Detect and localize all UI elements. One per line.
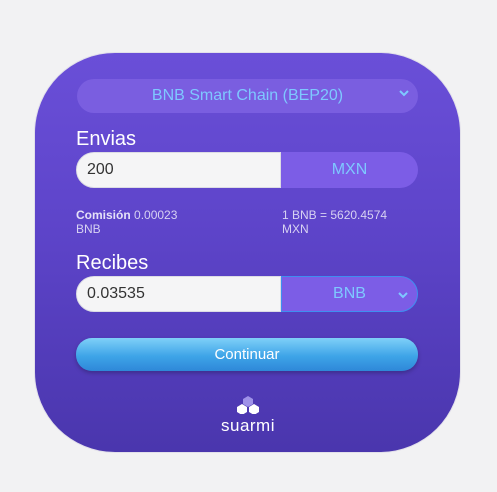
continue-label: Continuar: [214, 346, 280, 363]
rate-info: 1 BNB = 5620.4574 MXN: [282, 208, 422, 236]
chevron-down-icon: [399, 90, 409, 97]
chevron-down-icon: [398, 292, 408, 299]
network-select[interactable]: BNB Smart Chain (BEP20): [77, 79, 418, 113]
receive-label: Recibes: [76, 252, 149, 274]
send-currency-label: MXN: [331, 161, 368, 178]
fee-label: Comisión: [76, 208, 131, 222]
receive-currency-select[interactable]: BNB: [281, 276, 418, 312]
send-amount-input[interactable]: [76, 152, 281, 188]
brand-logo: suarmi: [220, 396, 276, 436]
send-currency-select[interactable]: MXN: [281, 152, 418, 188]
send-row: MXN: [76, 152, 418, 188]
receive-currency-label: BNB: [333, 285, 366, 302]
rate-text: 1 BNB = 5620.4574: [282, 208, 388, 222]
send-label: Envias: [76, 128, 137, 150]
network-label: BNB Smart Chain (BEP20): [151, 87, 344, 104]
exchange-card: BNB Smart Chain (BEP20) Envias MXN Comis…: [35, 53, 460, 452]
continue-button[interactable]: Continuar: [76, 338, 418, 371]
fee-value: 0.00023: [134, 208, 178, 222]
fee-info: Comisión 0.00023 BNB: [76, 208, 206, 236]
fee-unit: BNB: [76, 222, 101, 236]
receive-amount-input[interactable]: [76, 276, 281, 312]
brand-name: suarmi: [220, 416, 275, 435]
receive-row: BNB: [76, 276, 418, 312]
hexagon-cluster-icon: [237, 396, 259, 415]
rate-unit: MXN: [282, 222, 309, 236]
